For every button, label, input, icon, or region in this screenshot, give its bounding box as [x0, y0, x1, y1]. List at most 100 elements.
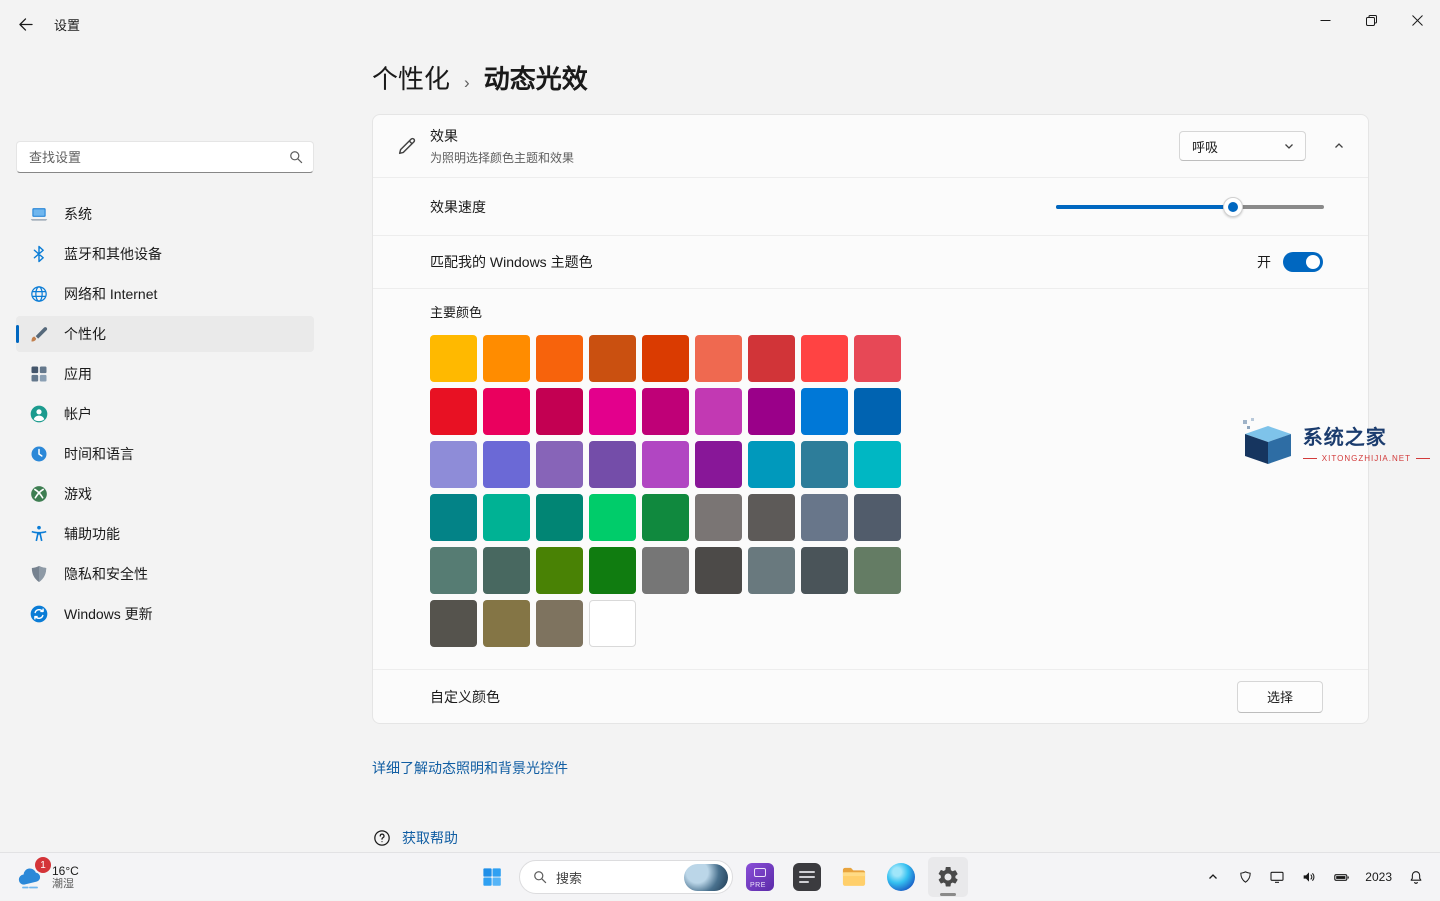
color-swatch[interactable]: [695, 335, 742, 382]
color-swatch[interactable]: [483, 388, 530, 435]
color-swatch[interactable]: [854, 441, 901, 488]
collapse-expander-button[interactable]: [1324, 131, 1354, 161]
settings-app-button[interactable]: [928, 857, 968, 897]
color-swatch[interactable]: [483, 335, 530, 382]
sidebar-item-gaming[interactable]: 游戏: [16, 476, 314, 512]
color-swatch[interactable]: [854, 494, 901, 541]
sidebar-item-windows-update[interactable]: Windows 更新: [16, 596, 314, 632]
choose-color-button[interactable]: 选择: [1237, 681, 1323, 713]
start-button[interactable]: [472, 857, 512, 897]
sidebar-item-privacy[interactable]: 隐私和安全性: [16, 556, 314, 592]
color-swatch[interactable]: [536, 335, 583, 382]
color-swatch[interactable]: [483, 547, 530, 594]
color-swatch[interactable]: [483, 600, 530, 647]
color-swatch[interactable]: [854, 547, 901, 594]
sidebar-item-system[interactable]: 系统: [16, 196, 314, 232]
sidebar-item-personalization[interactable]: 个性化: [16, 316, 314, 352]
network-globe-icon: [28, 283, 50, 305]
minimize-button[interactable]: [1302, 0, 1348, 40]
sidebar-item-time-language[interactable]: 时间和语言: [16, 436, 314, 472]
color-swatch[interactable]: [589, 388, 636, 435]
effect-dropdown[interactable]: 呼吸: [1179, 131, 1306, 161]
system-icon: [28, 203, 50, 225]
media-app-button[interactable]: PRE: [740, 857, 780, 897]
color-swatch[interactable]: [536, 547, 583, 594]
color-swatch[interactable]: [695, 441, 742, 488]
notepad-app-button[interactable]: [787, 857, 827, 897]
learn-more-link[interactable]: 详细了解动态照明和背景光控件: [372, 758, 568, 778]
color-swatch[interactable]: [589, 547, 636, 594]
file-explorer-button[interactable]: [834, 857, 874, 897]
breadcrumb-parent[interactable]: 个性化: [372, 62, 450, 96]
color-swatch[interactable]: [536, 600, 583, 647]
settings-search-input[interactable]: [29, 150, 289, 165]
sidebar-item-accounts[interactable]: 帐户: [16, 396, 314, 432]
color-swatch[interactable]: [536, 494, 583, 541]
sidebar-item-label: 蓝牙和其他设备: [64, 244, 162, 264]
color-swatch[interactable]: [801, 441, 848, 488]
color-swatch[interactable]: [748, 494, 795, 541]
folder-icon: [840, 863, 868, 891]
tray-display-button[interactable]: [1263, 859, 1291, 895]
tray-overflow-button[interactable]: [1199, 859, 1227, 895]
color-swatch[interactable]: [589, 494, 636, 541]
notification-center-button[interactable]: [1402, 859, 1430, 895]
sidebar-item-network[interactable]: 网络和 Internet: [16, 276, 314, 312]
color-swatch[interactable]: [801, 335, 848, 382]
tray-security-button[interactable]: [1231, 859, 1259, 895]
get-help-link[interactable]: 获取帮助: [402, 828, 458, 848]
search-highlight-image[interactable]: [684, 864, 728, 891]
speed-slider-thumb[interactable]: [1223, 197, 1243, 217]
settings-gear-icon: [936, 865, 960, 889]
color-swatch[interactable]: [430, 441, 477, 488]
close-button[interactable]: [1394, 0, 1440, 40]
account-person-icon: [28, 403, 50, 425]
effect-speed-slider[interactable]: [1056, 197, 1324, 217]
color-swatch[interactable]: [748, 547, 795, 594]
color-swatch[interactable]: [642, 494, 689, 541]
color-swatch[interactable]: [801, 547, 848, 594]
color-swatch[interactable]: [430, 494, 477, 541]
color-swatch[interactable]: [695, 494, 742, 541]
color-swatch[interactable]: [642, 388, 689, 435]
sidebar-item-accessibility[interactable]: 辅助功能: [16, 516, 314, 552]
color-swatch[interactable]: [748, 335, 795, 382]
color-swatch[interactable]: [536, 388, 583, 435]
sidebar-item-apps[interactable]: 应用: [16, 356, 314, 392]
back-button[interactable]: [6, 7, 44, 41]
match-theme-row: 匹配我的 Windows 主题色 开: [373, 235, 1368, 288]
color-swatch[interactable]: [801, 494, 848, 541]
search-icon: [289, 150, 303, 164]
color-swatch[interactable]: [430, 547, 477, 594]
color-swatch[interactable]: [589, 335, 636, 382]
color-swatch[interactable]: [430, 388, 477, 435]
color-swatch[interactable]: [801, 388, 848, 435]
sidebar-nav: 系统 蓝牙和其他设备 网络和 Internet 个性化 应用: [0, 196, 330, 632]
color-swatch[interactable]: [589, 600, 636, 647]
tray-volume-button[interactable]: [1295, 859, 1323, 895]
color-swatch[interactable]: [430, 335, 477, 382]
color-swatch[interactable]: [589, 441, 636, 488]
sidebar-item-bluetooth[interactable]: 蓝牙和其他设备: [16, 236, 314, 272]
color-swatch[interactable]: [430, 600, 477, 647]
match-theme-toggle[interactable]: [1283, 252, 1323, 272]
color-swatch[interactable]: [483, 441, 530, 488]
color-swatch[interactable]: [642, 335, 689, 382]
taskbar-search[interactable]: 搜索: [519, 860, 733, 894]
color-swatch[interactable]: [642, 441, 689, 488]
color-swatch[interactable]: [748, 388, 795, 435]
color-swatch[interactable]: [483, 494, 530, 541]
color-swatch[interactable]: [695, 547, 742, 594]
color-swatch[interactable]: [642, 547, 689, 594]
color-swatch[interactable]: [536, 441, 583, 488]
edge-browser-button[interactable]: [881, 857, 921, 897]
color-swatch[interactable]: [748, 441, 795, 488]
clock-date[interactable]: 2023: [1359, 870, 1398, 884]
tray-battery-button[interactable]: [1327, 859, 1355, 895]
color-swatch[interactable]: [695, 388, 742, 435]
settings-search-box[interactable]: [16, 141, 314, 173]
weather-widget[interactable]: 1 16°C 潮湿: [4, 853, 91, 901]
color-swatch[interactable]: [854, 335, 901, 382]
color-swatch[interactable]: [854, 388, 901, 435]
maximize-button[interactable]: [1348, 0, 1394, 40]
